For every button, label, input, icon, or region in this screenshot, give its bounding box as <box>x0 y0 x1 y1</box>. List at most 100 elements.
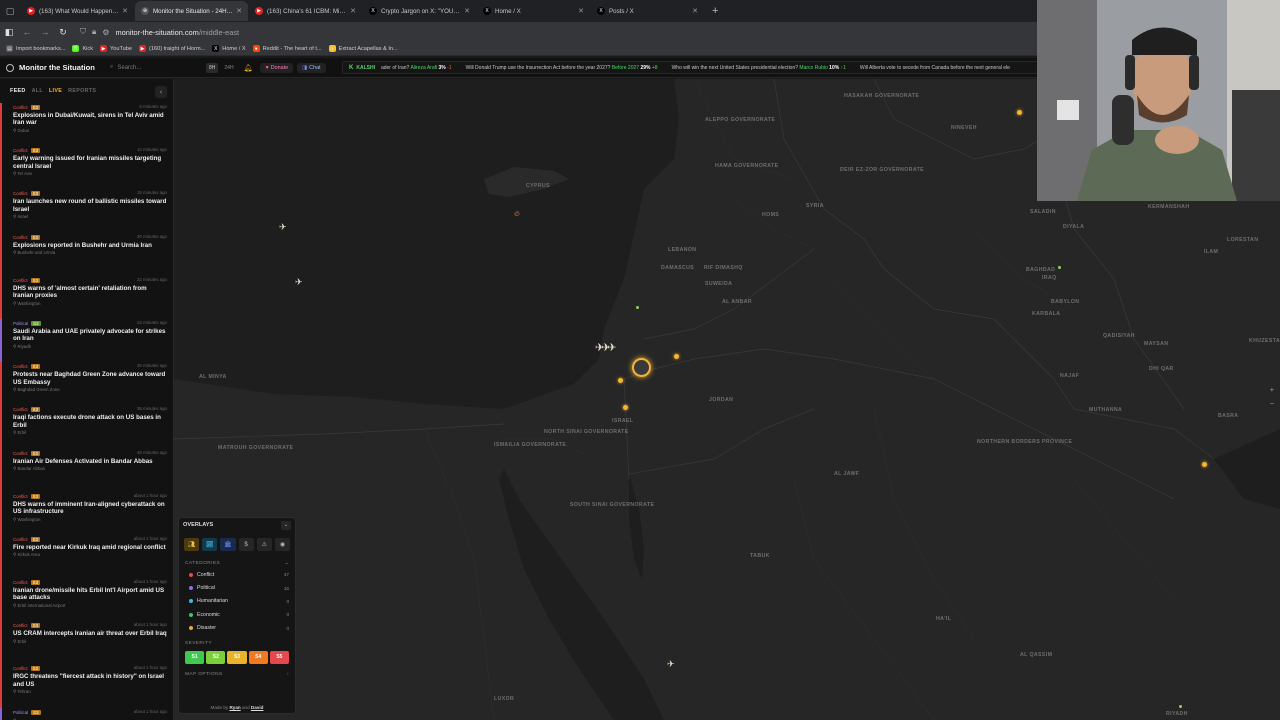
app-brand[interactable]: Monitor the Situation <box>0 63 110 72</box>
donate-button[interactable]: ♥ Donate <box>260 62 294 73</box>
zoom-in-button[interactable]: + <box>1270 387 1274 394</box>
feed-item-title[interactable]: Saudi Arabia and UAE privately advocate … <box>13 328 167 343</box>
feed-item[interactable]: Political S2 24 minutes ago Saudi Arabia… <box>0 318 173 363</box>
feed-item[interactable]: Conflict S3 about 1 hour ago Iranian dro… <box>0 578 173 622</box>
feed-item-title[interactable]: Early warning issued for Iranian missile… <box>13 155 167 170</box>
bookmark-item[interactable]: ▶ (160) traight of Horm... <box>139 45 205 52</box>
feed-item[interactable]: Conflict S3 about 1 hour ago DHS warns o… <box>0 491 173 535</box>
search-box[interactable]: ⌕ Search... <box>110 64 206 71</box>
feed-item[interactable]: Conflict S3 15 minutes ago Iran launches… <box>0 189 173 233</box>
event-marker[interactable] <box>1179 705 1182 708</box>
feed-item[interactable]: Conflict S3 26 minutes ago Protests near… <box>0 362 173 406</box>
ticker-item[interactable]: Will Alberta vote to secede from Canada … <box>860 65 1024 71</box>
ticker-item[interactable]: Who will win the next United States pres… <box>672 65 860 71</box>
range-8h-button[interactable]: 8H <box>206 62 219 73</box>
collapse-sidebar-button[interactable]: ‹ <box>155 86 167 98</box>
severity-filter-button[interactable]: S5 <box>269 650 290 664</box>
event-marker[interactable] <box>1017 110 1022 115</box>
feed-item[interactable]: Conflict S3 about 1 hour ago IRGC threat… <box>0 664 173 708</box>
event-marker[interactable] <box>674 354 679 359</box>
close-tab-icon[interactable]: ✕ <box>122 7 128 15</box>
ticker-item[interactable]: ader of Iran? Alireza Arafi 3% -1 <box>381 65 466 71</box>
tab-live[interactable]: LIVE <box>49 88 62 94</box>
bank-layer-icon[interactable]: 🏛︎ <box>220 538 236 551</box>
feed-item[interactable]: Conflict S3 12 minutes ago Early warning… <box>0 146 173 190</box>
aircraft-icon[interactable]: ✈ <box>667 659 675 670</box>
chat-button[interactable]: ◨ Chat <box>297 62 326 73</box>
severity-filter-button[interactable]: S1 <box>185 650 205 664</box>
search-input[interactable]: Search... <box>117 65 141 71</box>
people-layer-icon[interactable]: 👥︎ <box>184 538 200 551</box>
feed-item-title[interactable]: Iranian Air Defenses Activated in Bandar… <box>13 458 167 465</box>
feed-item-title[interactable]: US CRAM intercepts Iranian air threat ov… <box>13 630 167 637</box>
feed-item-title[interactable]: Protests near Baghdad Green Zone advance… <box>13 371 167 386</box>
browser-tab[interactable]: ▶ (163) What Would Happen If U: ✕ <box>21 1 134 21</box>
close-tab-icon[interactable]: ✕ <box>236 7 242 15</box>
feed-item[interactable]: Conflict S3 45 minutes ago Iranian Air D… <box>0 448 173 492</box>
event-marker[interactable] <box>618 378 623 383</box>
browser-tab[interactable]: X Posts / X ✕ <box>591 1 704 21</box>
feed-item-title[interactable]: Fire reported near Kirkuk Iraq amid regi… <box>13 544 167 551</box>
category-filter[interactable]: Disaster 0 <box>179 622 295 635</box>
close-tab-icon[interactable]: ✕ <box>692 7 698 15</box>
map-options-toggle[interactable]: MAP OPTIONS › <box>179 667 295 679</box>
site-settings-icon[interactable]: ⚙ <box>102 28 109 37</box>
range-24h-button[interactable]: 24H <box>221 63 236 73</box>
featured-event-marker[interactable] <box>632 358 651 377</box>
category-filter[interactable]: Humanitarian 0 <box>179 595 295 608</box>
forward-button[interactable]: → <box>36 27 54 37</box>
severity-filter-button[interactable]: S4 <box>248 650 268 664</box>
feed-item-title[interactable]: DHS warns of 'almost certain' retaliatio… <box>13 285 167 300</box>
feed-item[interactable]: Conflict S3 about 1 hour ago Fire report… <box>0 534 173 579</box>
category-filter[interactable]: Economic 0 <box>179 608 295 621</box>
aircraft-icon[interactable]: ✈ <box>279 222 287 233</box>
feed-item-title[interactable]: Iran launches new round of ballistic mis… <box>13 198 167 213</box>
dollar-layer-icon[interactable]: $ <box>238 538 254 551</box>
browser-tab[interactable]: X Crypto Jargon on X: "YOU CAN ✕ <box>363 1 476 21</box>
browser-tab[interactable]: X Home / X ✕ <box>477 1 590 21</box>
close-tab-icon[interactable]: ✕ <box>464 7 470 15</box>
feed-item[interactable]: Conflict S3 5 minutes ago Explosions in … <box>0 103 173 147</box>
overlays-header[interactable]: OVERLAYS ⌄ <box>179 518 295 532</box>
bell-icon[interactable]: 🔔︎ <box>244 64 253 72</box>
browser-tab[interactable]: ⊕ Monitor the Situation - 24H Un ✕ <box>135 1 248 21</box>
back-button[interactable]: ← <box>18 27 36 37</box>
severity-filter-button[interactable]: S3 <box>227 650 247 664</box>
feed-item-title[interactable]: Iranian drone/missile hits Erbil Int'l A… <box>13 587 167 602</box>
camera-layer-icon[interactable]: ◉ <box>274 538 291 551</box>
browser-tab[interactable]: ▶ (163) China's 61 ICBM: Missile I ✕ <box>249 1 362 21</box>
sidebar-toggle-icon[interactable]: ◧ <box>0 27 18 38</box>
tab-reports[interactable]: REPORTS <box>68 88 96 94</box>
event-marker[interactable] <box>623 405 628 410</box>
feed-item-title[interactable]: Explosions reported in Bushehr and Urmia… <box>13 242 167 249</box>
tab-actions-icon[interactable]: ▢ <box>0 1 20 21</box>
aircraft-icon[interactable]: ✈ <box>295 277 303 288</box>
reload-button[interactable]: ↻ <box>54 27 72 38</box>
ticker-item[interactable]: Will Donald Trump use the Insurrection A… <box>466 65 672 71</box>
new-tab-button[interactable]: + <box>712 5 718 17</box>
credit-link-david[interactable]: David <box>251 705 264 710</box>
close-tab-icon[interactable]: ✕ <box>578 7 584 15</box>
category-filter[interactable]: Political 16 <box>179 581 295 594</box>
feed-item[interactable]: Political S3 about 1 hour ago ⚲ <box>0 707 173 720</box>
feed-item-title[interactable]: Iraqi factions execute drone attack on U… <box>13 414 167 429</box>
bookmark-item[interactable]: K Kick <box>72 45 93 52</box>
feed-item[interactable]: Conflict S3 35 minutes ago Iraqi faction… <box>0 405 173 449</box>
credit-link-ryan[interactable]: Ryan <box>229 705 240 710</box>
chevron-down-icon[interactable]: ⌄ <box>281 520 291 530</box>
zoom-out-button[interactable]: − <box>1270 401 1274 408</box>
aircraft-cluster-icon[interactable]: ✈✈✈ <box>595 341 617 354</box>
event-marker[interactable] <box>636 306 639 309</box>
chart-layer-icon[interactable]: 📈︎ <box>202 538 218 551</box>
fire-icon[interactable]: 🔥︎ <box>514 209 520 219</box>
event-marker[interactable] <box>1058 266 1061 269</box>
url-field[interactable]: ⛉ 🔒︎ ⚙ monitor-the-situation.com /middle… <box>80 27 239 37</box>
lock-icon[interactable]: 🔒︎ <box>92 27 96 37</box>
feed-item[interactable]: Conflict S3 22 minutes ago DHS warns of … <box>0 275 173 319</box>
feed-item[interactable]: Conflict S3 20 minutes ago Explosions re… <box>0 232 173 276</box>
tab-all[interactable]: ALL <box>32 88 43 94</box>
prediction-market-ticker[interactable]: K KALSHI ader of Iran? Alireza Arafi 3% -… <box>342 61 1038 74</box>
bookmark-item[interactable]: ● Reddit - The heart of t... <box>252 45 322 52</box>
warning-layer-icon[interactable]: ⚠ <box>256 538 272 551</box>
categories-section-header[interactable]: CATEGORIES ⌄ <box>179 557 295 568</box>
